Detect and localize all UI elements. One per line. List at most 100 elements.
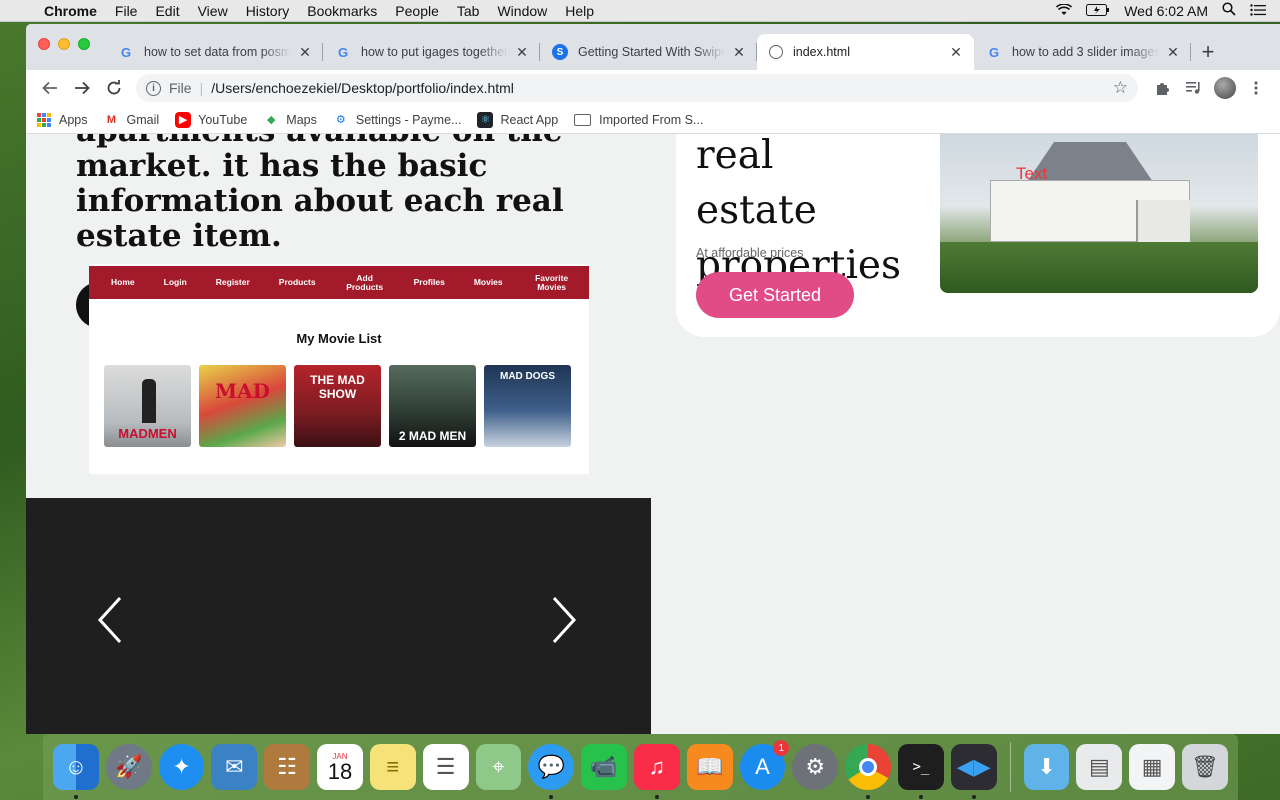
menu-history[interactable]: History	[237, 0, 299, 22]
reload-button[interactable]	[98, 74, 130, 102]
gmail-icon: M	[106, 113, 117, 126]
close-tab-icon[interactable]: ✕	[731, 44, 747, 61]
vscode-icon[interactable]: ◀▶	[950, 744, 997, 799]
back-button[interactable]	[34, 74, 66, 102]
poster-figure	[142, 379, 156, 423]
books-icon[interactable]: 📖	[686, 744, 733, 790]
bookmark-apps[interactable]: Apps	[36, 112, 88, 128]
wifi-icon[interactable]	[1056, 2, 1073, 19]
get-started-button[interactable]: Get Started	[696, 272, 854, 318]
url-text[interactable]: /Users/enchoezekiel/Desktop/portfolio/in…	[211, 80, 1113, 96]
battery-icon[interactable]	[1086, 3, 1110, 19]
recent-document-stack-icon[interactable]: ▤	[1076, 744, 1123, 790]
menu-tab[interactable]: Tab	[448, 0, 489, 22]
menu-bookmarks[interactable]: Bookmarks	[298, 0, 386, 22]
menu-help[interactable]: Help	[556, 0, 603, 22]
maps-app-icon[interactable]: ⌖	[475, 744, 522, 790]
tab-list: G how to set data from posm ✕ G how to p…	[106, 34, 1225, 70]
poster-title: MAD	[215, 379, 270, 403]
reminders-icon[interactable]: ☰	[422, 744, 469, 790]
bookmark-settings-payment[interactable]: ⚙ Settings - Payme...	[333, 112, 462, 128]
minimize-window-button[interactable]	[58, 38, 70, 50]
bookmarks-bar: Apps M Gmail ▶ YouTube ◆ Maps ⚙ Settings…	[26, 106, 1280, 134]
app-store-icon[interactable]: A1	[739, 740, 790, 790]
menu-file[interactable]: File	[106, 0, 147, 22]
bookmark-star-icon[interactable]: ☆	[1113, 78, 1128, 98]
bookmark-gmail[interactable]: M Gmail	[104, 112, 159, 128]
address-bar[interactable]: i File | /Users/enchoezekiel/Desktop/por…	[136, 74, 1138, 102]
system-preferences-icon[interactable]: ⚙	[792, 744, 839, 790]
forward-button[interactable]	[66, 74, 98, 102]
tab-swiper-docs[interactable]: S Getting Started With Swipe ✕	[540, 34, 757, 70]
bookmark-label: React App	[500, 112, 559, 127]
facetime-icon[interactable]: 📹	[581, 744, 627, 790]
preview-nav-add-products: Add Products	[346, 272, 384, 292]
chrome-window: G how to set data from posm ✕ G how to p…	[26, 24, 1280, 734]
close-tab-icon[interactable]: ✕	[948, 44, 964, 61]
close-tab-icon[interactable]: ✕	[297, 44, 313, 61]
preview-navbar: Home Login Register Products Add Product…	[89, 266, 589, 299]
apps-grid-icon	[36, 112, 52, 128]
tab-google-search-3[interactable]: G how to add 3 slider images ✕	[974, 34, 1191, 70]
tab-title: how to put igages together	[361, 45, 508, 59]
downloads-folder-icon[interactable]: ⬇	[1023, 744, 1070, 790]
movie-poster: THE MAD SHOW	[294, 365, 381, 447]
preview-nav-home: Home	[111, 277, 135, 287]
new-tab-button[interactable]: +	[1191, 34, 1225, 70]
menu-view[interactable]: View	[189, 0, 237, 22]
notes-icon[interactable]: ≡	[369, 744, 416, 790]
calendar-icon[interactable]: JAN 18	[317, 744, 363, 790]
macos-dock: ☺ 🚀 ✦ ✉ ☷ JAN 18 ≡ ☰ ⌖ 💬 📹 ♫ 📖 A1 ⚙ >_ ◀…	[43, 734, 1238, 800]
finder-icon[interactable]: ☺	[53, 744, 99, 799]
menu-app-name[interactable]: Chrome	[36, 0, 106, 22]
site-info-icon[interactable]: i	[146, 80, 161, 96]
house-lawn	[940, 242, 1258, 293]
bookmark-youtube[interactable]: ▶ YouTube	[175, 111, 248, 128]
fullscreen-window-button[interactable]	[78, 38, 90, 50]
bookmark-label: YouTube	[198, 112, 248, 127]
close-window-button[interactable]	[38, 38, 50, 50]
music-icon[interactable]: ♫	[633, 744, 680, 799]
bookmark-react-app[interactable]: ⚛ React App	[477, 111, 559, 128]
close-tab-icon[interactable]: ✕	[1165, 44, 1181, 61]
contacts-icon[interactable]: ☷	[264, 744, 311, 790]
project-section: apartments available on the market. it h…	[26, 134, 651, 734]
profile-avatar[interactable]	[1214, 77, 1236, 99]
preview-nav-favorite-movies: Favorite Movies	[535, 272, 569, 292]
spotlight-search-icon[interactable]	[1222, 2, 1236, 19]
slider-prev-arrow-icon[interactable]	[96, 596, 126, 644]
slider-next-arrow-icon[interactable]	[548, 596, 578, 644]
launchpad-icon[interactable]: 🚀	[105, 744, 152, 790]
mail-icon[interactable]: ✉	[211, 744, 258, 790]
tab-strip: G how to set data from posm ✕ G how to p…	[26, 24, 1280, 70]
terminal-icon[interactable]: >_	[898, 744, 944, 799]
preview-nav-login: Login	[163, 277, 187, 287]
movie-poster: 2 MAD MEN	[389, 365, 476, 447]
google-icon: G	[120, 44, 132, 60]
tab-google-search-1[interactable]: G how to set data from posm ✕	[106, 34, 323, 70]
safari-icon[interactable]: ✦	[158, 744, 205, 790]
close-tab-icon[interactable]: ✕	[514, 44, 530, 61]
clock[interactable]: Wed 6:02 AM	[1124, 3, 1208, 19]
folder-icon	[574, 113, 592, 126]
messages-icon[interactable]: 💬	[528, 744, 575, 799]
menu-people[interactable]: People	[386, 0, 448, 22]
bookmark-maps[interactable]: ◆ Maps	[263, 112, 317, 128]
preview-nav-register: Register	[215, 277, 250, 287]
bookmark-imported-folder[interactable]: Imported From S...	[574, 113, 703, 127]
youtube-icon: ▶	[175, 111, 192, 128]
tab-index-html[interactable]: index.html ✕	[757, 34, 974, 70]
trash-icon[interactable]: 🗑	[1182, 744, 1228, 790]
menu-edit[interactable]: Edit	[146, 0, 188, 22]
page-viewport[interactable]: apartments available on the market. it h…	[26, 134, 1280, 734]
bookmark-label: Imported From S...	[599, 112, 704, 127]
chrome-icon[interactable]	[845, 744, 891, 799]
menu-window[interactable]: Window	[488, 0, 556, 22]
chrome-menu-icon[interactable]	[1240, 81, 1272, 95]
tab-google-search-2[interactable]: G how to put igages together ✕	[323, 34, 540, 70]
control-center-list-icon[interactable]	[1250, 3, 1266, 19]
extensions-puzzle-icon[interactable]	[1146, 80, 1178, 96]
media-queue-icon[interactable]	[1178, 81, 1210, 95]
tab-title: how to set data from posm	[144, 45, 291, 59]
screenshots-stack-icon[interactable]: ▦	[1129, 744, 1176, 790]
